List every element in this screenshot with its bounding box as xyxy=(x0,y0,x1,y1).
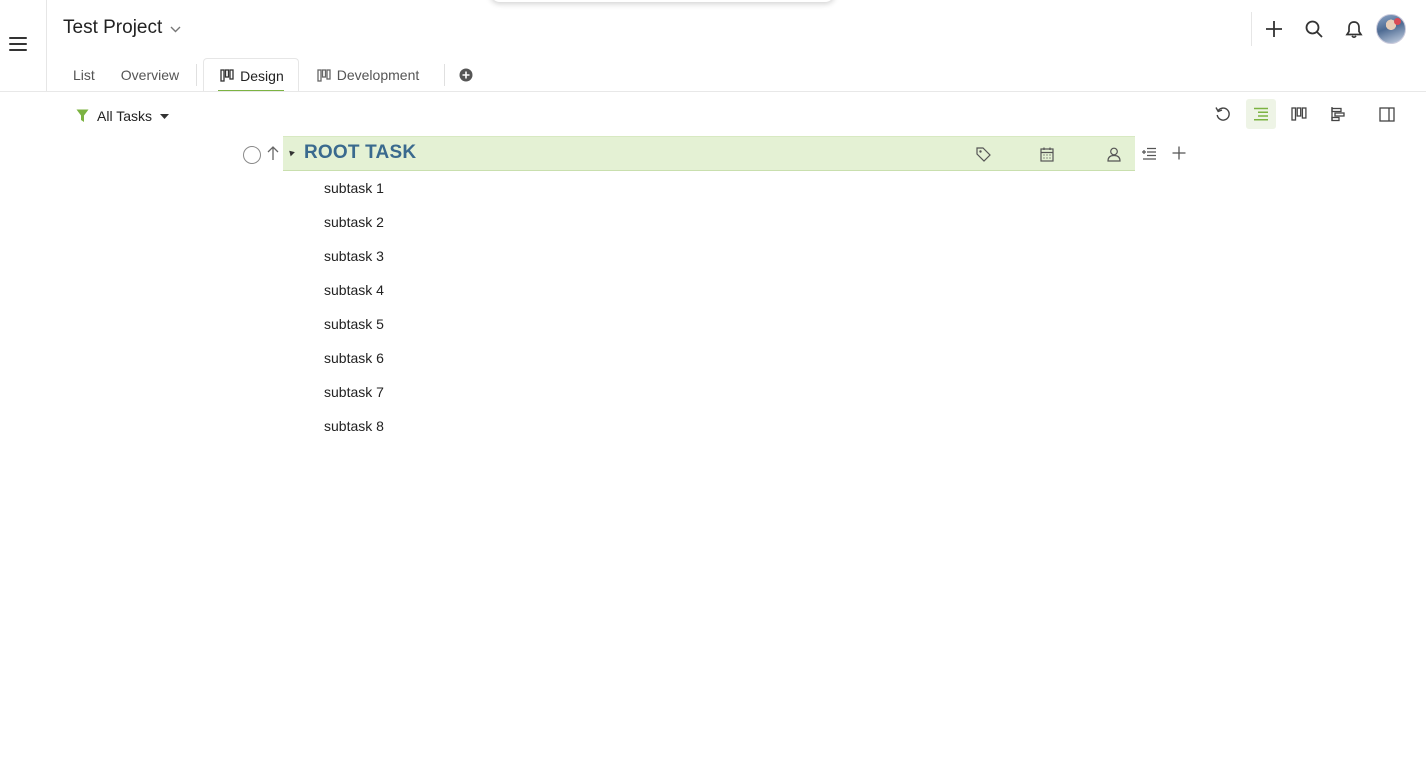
root-task-row[interactable]: ROOT TASK xyxy=(240,136,1200,171)
add-task-button[interactable] xyxy=(1171,145,1187,161)
side-panel-icon xyxy=(1379,106,1395,122)
tab-overview[interactable]: Overview xyxy=(108,58,192,92)
tab-label: Overview xyxy=(120,67,180,83)
refresh-icon xyxy=(1215,107,1230,121)
plus-icon xyxy=(1266,21,1282,37)
filter-label: All Tasks xyxy=(97,108,152,124)
tab-design[interactable]: Design xyxy=(203,58,299,92)
gantt-view-button[interactable] xyxy=(1322,99,1352,129)
search-icon xyxy=(1305,20,1323,38)
project-title: Test Project xyxy=(63,17,163,38)
left-rail xyxy=(0,0,47,92)
calendar-icon[interactable] xyxy=(1038,145,1056,163)
tab-label: Design xyxy=(240,67,284,84)
refresh-button[interactable] xyxy=(1208,99,1238,129)
notifications-button[interactable] xyxy=(1334,12,1374,46)
view-toolbar xyxy=(1208,99,1402,129)
tab-development[interactable]: Development xyxy=(299,58,433,92)
app-window: Test Project List Overview Design Develo… xyxy=(0,0,1426,771)
chevron-down-icon xyxy=(170,26,181,33)
assignee-icon[interactable] xyxy=(1105,145,1123,163)
plus-circle-icon xyxy=(459,68,473,82)
caret-down-icon xyxy=(159,113,169,119)
subtask-item[interactable]: subtask 3 xyxy=(324,239,924,273)
tab-divider xyxy=(444,64,446,86)
board-view-button[interactable] xyxy=(1284,99,1314,129)
plus-icon xyxy=(1172,146,1186,160)
add-view-button[interactable] xyxy=(455,58,477,92)
arrow-up-icon[interactable] xyxy=(266,145,280,161)
subtask-item[interactable]: subtask 1 xyxy=(324,171,924,205)
header-divider xyxy=(0,91,1426,92)
menu-icon[interactable] xyxy=(9,37,27,51)
subtask-list: subtask 1 subtask 2 subtask 3 subtask 4 … xyxy=(324,171,924,443)
view-tabs: List Overview Design Development xyxy=(47,58,1426,92)
tag-icon[interactable] xyxy=(974,145,992,163)
board-icon xyxy=(220,69,234,82)
add-subtask-button[interactable] xyxy=(1141,145,1157,161)
add-button[interactable] xyxy=(1254,12,1294,46)
subtask-item[interactable]: subtask 2 xyxy=(324,205,924,239)
filter-icon xyxy=(76,109,89,122)
project-selector[interactable]: Test Project xyxy=(63,16,181,40)
avatar[interactable] xyxy=(1376,14,1406,44)
task-filter-dropdown[interactable]: All Tasks xyxy=(76,107,169,125)
row-actions xyxy=(1141,145,1187,161)
subtask-item[interactable]: subtask 4 xyxy=(324,273,924,307)
subtask-item[interactable]: subtask 6 xyxy=(324,341,924,375)
indent-list-icon xyxy=(1141,147,1156,160)
outline-view-button[interactable] xyxy=(1246,99,1276,129)
top-dropdown-shadow xyxy=(490,0,835,2)
outline-icon xyxy=(1254,107,1268,121)
subtask-item[interactable]: subtask 8 xyxy=(324,409,924,443)
tab-divider xyxy=(196,64,198,86)
tab-label: Development xyxy=(336,67,420,83)
top-actions xyxy=(1251,12,1406,46)
tab-list[interactable]: List xyxy=(47,58,108,92)
board-icon xyxy=(1291,107,1307,121)
side-panel-toggle[interactable] xyxy=(1372,99,1402,129)
gantt-icon xyxy=(1331,107,1345,122)
subtask-item[interactable]: subtask 5 xyxy=(324,307,924,341)
search-button[interactable] xyxy=(1294,12,1334,46)
bell-icon xyxy=(1345,20,1363,38)
tab-label: List xyxy=(73,67,95,83)
root-task-title[interactable]: ROOT TASK xyxy=(304,142,416,164)
subtask-item[interactable]: subtask 7 xyxy=(324,375,924,409)
board-icon xyxy=(317,68,331,82)
collapse-triangle-icon[interactable] xyxy=(287,148,295,157)
root-task-bar[interactable]: ROOT TASK xyxy=(283,136,1135,171)
complete-checkbox[interactable] xyxy=(243,146,261,164)
